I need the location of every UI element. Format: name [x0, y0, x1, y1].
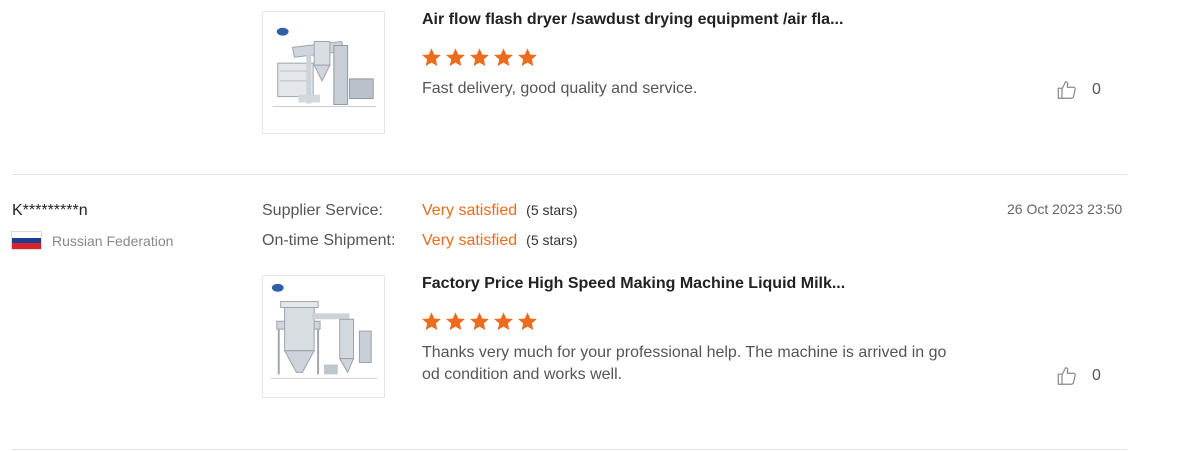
like-count: 0 — [1092, 367, 1101, 384]
star-icon — [446, 312, 465, 330]
rating-label-supplier-service: Supplier Service: — [262, 202, 383, 219]
like-button[interactable]: 0 — [1056, 365, 1101, 387]
country-name: Russian Federation — [52, 232, 174, 249]
flash-dryer-machine-image — [272, 27, 377, 107]
star-icon — [470, 48, 489, 66]
rating-value-supplier-service: Very satisfied (5 stars) — [422, 202, 578, 220]
review-comment-line: Thanks very much for your professional h… — [422, 344, 947, 361]
rating-value: Very satisfied — [422, 202, 518, 219]
thumbs-up-icon — [1057, 367, 1076, 385]
product-title[interactable]: Air flow flash dryer /sawdust drying equ… — [422, 11, 843, 29]
star-icon — [518, 48, 537, 66]
review-comment: Fast delivery, good quality and service. — [422, 80, 698, 97]
rating-label-on-time-shipment: On-time Shipment: — [262, 232, 396, 249]
like-count: 0 — [1092, 81, 1101, 98]
spray-dryer-machine-image — [270, 283, 378, 379]
like-button[interactable]: 0 — [1056, 79, 1101, 101]
product-title[interactable]: Factory Price High Speed Making Machine … — [422, 275, 845, 293]
star-icon — [494, 48, 513, 66]
star-icon — [446, 48, 465, 66]
product-image-flash-dryer[interactable] — [262, 11, 385, 134]
rating-value-on-time-shipment: Very satisfied (5 stars) — [422, 232, 578, 250]
reviewer-country: Russian Federation — [12, 232, 174, 250]
star-icon — [494, 312, 513, 330]
star-icon — [470, 312, 489, 330]
star-rating — [421, 311, 538, 333]
star-rating — [421, 47, 538, 69]
review-date: 26 Oct 2023 23:50 — [1007, 201, 1123, 217]
rating-stars-text: (5 stars) — [526, 202, 578, 218]
star-icon — [422, 48, 441, 66]
rating-value: Very satisfied — [422, 232, 518, 249]
review-divider — [12, 449, 1127, 450]
review-comment: Thanks very much for your professional h… — [422, 342, 946, 386]
star-icon — [422, 312, 441, 330]
rating-stars-text: (5 stars) — [526, 232, 578, 248]
review-divider — [12, 174, 1127, 175]
thumbs-up-icon — [1057, 81, 1076, 99]
star-icon — [518, 312, 537, 330]
review-comment-line: od condition and works well. — [422, 366, 623, 383]
product-image-spray-dryer[interactable] — [262, 275, 385, 398]
russia-flag-icon — [12, 232, 41, 250]
reviewer-name: K*********n — [12, 202, 88, 219]
